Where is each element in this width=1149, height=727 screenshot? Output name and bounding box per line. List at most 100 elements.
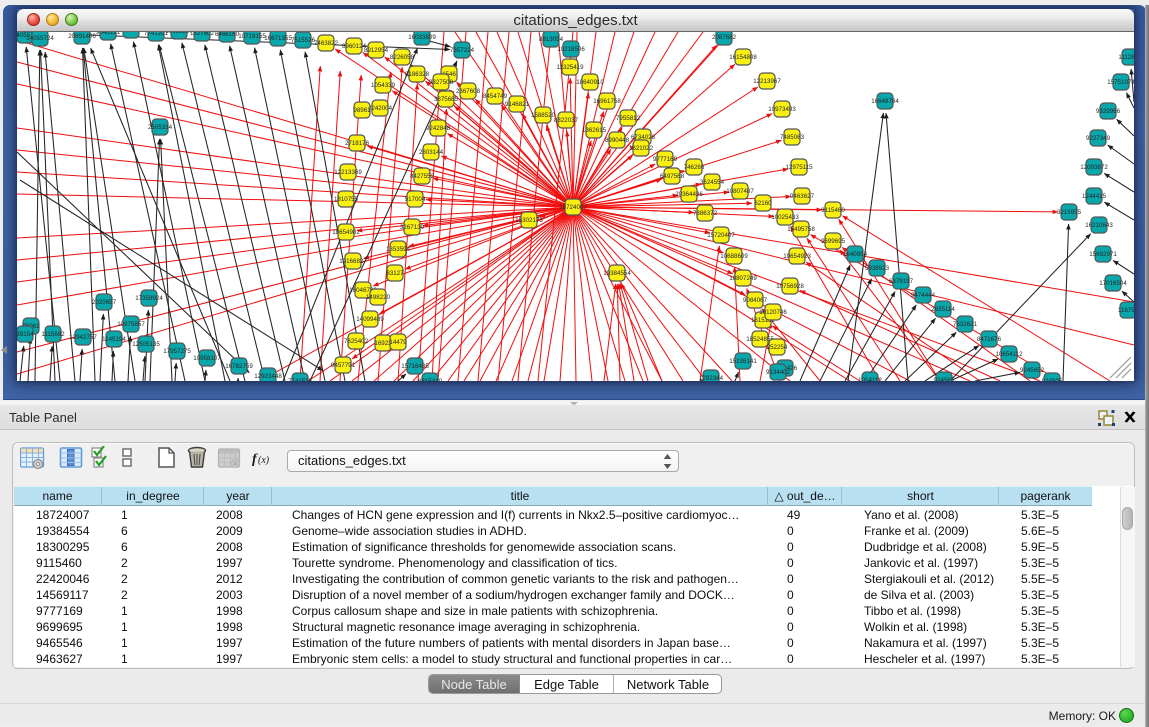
svg-text:3267130: 3267130 [400,224,425,231]
svg-text:3624554: 3624554 [700,179,725,186]
svg-text:7632621: 7632621 [953,321,978,328]
svg-text:16648784: 16648784 [871,98,899,105]
svg-text:10973493: 10973493 [768,106,796,113]
svg-text:98961: 98961 [353,107,371,114]
svg-text:1810755: 1810755 [334,196,359,203]
svg-text:7955812: 7955812 [616,115,641,122]
svg-text:1362615: 1362615 [582,127,607,134]
svg-text:7386372: 7386372 [693,210,718,217]
svg-text:8322037: 8322037 [554,117,579,124]
svg-text:7515526: 7515526 [291,37,316,44]
svg-text:12213369: 12213369 [334,169,362,176]
svg-text:8355617: 8355617 [119,32,144,34]
svg-text:10120746: 10120746 [759,309,787,316]
svg-text:20691406: 20691406 [68,33,96,40]
svg-text:18724007: 18724007 [559,204,587,211]
svg-text:1112845: 1112845 [1118,54,1134,61]
svg-text:16154808: 16154808 [729,54,757,61]
svg-text:12093872: 12093872 [1080,164,1108,171]
svg-text:6466160: 6466160 [215,32,240,38]
svg-text:9329966: 9329966 [1096,108,1121,115]
svg-text:8813054: 8813054 [539,36,564,43]
svg-text:9134402: 9134402 [766,369,791,376]
svg-text:1054339: 1054339 [371,82,396,89]
svg-text:746266: 746266 [684,164,705,171]
svg-text:924505: 924505 [1042,378,1063,381]
svg-text:2087682: 2087682 [712,34,737,41]
svg-text:12505135: 12505135 [132,341,160,348]
svg-text:16961758: 16961758 [593,98,621,105]
svg-text:3215955: 3215955 [1057,209,1082,216]
svg-text:10807487: 10807487 [726,188,754,195]
svg-text:9227349: 9227349 [1086,135,1111,142]
svg-text:10719155: 10719155 [238,33,266,40]
svg-text:17359924: 17359924 [135,295,163,302]
svg-text:19218506: 19218506 [557,46,585,53]
svg-text:20364436: 20364436 [675,191,703,198]
svg-text:7485063: 7485063 [780,134,805,141]
svg-text:1054112: 1054112 [858,377,882,381]
svg-text:2242004: 2242004 [368,105,393,112]
svg-text:15302173: 15302173 [515,217,543,224]
svg-text:17016504: 17016504 [1099,280,1127,287]
svg-text:16033809: 16033809 [408,34,436,41]
svg-text:15136141: 15136141 [729,358,757,365]
svg-text:62160: 62160 [754,200,772,207]
svg-text:19166827: 19166827 [339,258,367,265]
svg-text:9699695: 9699695 [821,238,846,245]
svg-text:2935114: 2935114 [931,306,955,313]
svg-text:8226058: 8226058 [390,54,415,61]
svg-text:14055724: 14055724 [26,35,54,42]
svg-text:6497568: 6497568 [660,173,685,180]
svg-text:7741525: 7741525 [288,378,313,381]
svg-text:10756928: 10756928 [776,283,804,290]
svg-text:8912954: 8912954 [364,47,389,54]
svg-text:116753: 116753 [1118,307,1134,314]
svg-text:9046131: 9046131 [96,32,121,36]
svg-text:1244415: 1244415 [1082,193,1107,200]
svg-text:6379197: 6379197 [889,278,914,285]
svg-text:8960124: 8960124 [342,43,367,50]
svg-text:1498220: 1498220 [366,294,391,301]
svg-text:15720407: 15720407 [707,232,735,239]
svg-text:12213967: 12213967 [753,78,781,85]
svg-text:9084067: 9084067 [743,297,768,304]
svg-text:10025433: 10025433 [771,214,799,221]
svg-text:1588520: 1588520 [531,112,556,119]
svg-text:9474444: 9474444 [911,292,936,299]
svg-text:252254: 252254 [767,344,788,351]
svg-text:8815440: 8815440 [418,378,443,381]
svg-text:924565: 924565 [934,377,955,381]
svg-text:9115460: 9115460 [821,207,845,214]
svg-text:9146821: 9146821 [505,101,530,108]
svg-text:7463822: 7463822 [314,40,339,47]
svg-text:2367608: 2367608 [456,88,481,95]
svg-text:8990448: 8990448 [605,137,630,144]
svg-text:1621022: 1621022 [629,145,654,152]
svg-text:8427552: 8427552 [410,173,435,180]
svg-text:17957275: 17957275 [163,348,191,355]
svg-text:9463627: 9463627 [790,193,815,200]
svg-text:5938923: 5938923 [865,265,890,272]
svg-text:15716485: 15716485 [401,363,429,370]
svg-text:2803144: 2803144 [419,149,444,156]
svg-text:9245652: 9245652 [1020,367,1045,374]
svg-text:12923448: 12923448 [254,373,282,380]
svg-text:(x): (x) [258,455,270,466]
svg-text:10654112: 10654112 [995,351,1023,358]
svg-text:1292344: 1292344 [699,375,724,381]
svg-text:12975115: 12975115 [785,164,813,171]
svg-text:11325419: 11325419 [556,64,584,71]
svg-text:2505334: 2505334 [148,124,173,131]
svg-text:9242848: 9242848 [426,125,451,132]
svg-text:16782759: 16782759 [225,363,253,370]
svg-text:9457791: 9457791 [331,362,356,369]
svg-text:18640910: 18640910 [576,79,604,86]
svg-text:2718176: 2718176 [345,140,370,147]
svg-text:19384554: 19384554 [603,270,631,277]
svg-text:10688609: 10688609 [720,253,748,260]
svg-text:3875685: 3875685 [434,96,459,103]
svg-text:9777169: 9777169 [653,156,678,163]
svg-text:83127: 83127 [386,270,404,277]
svg-text:1353594: 1353594 [386,246,411,253]
